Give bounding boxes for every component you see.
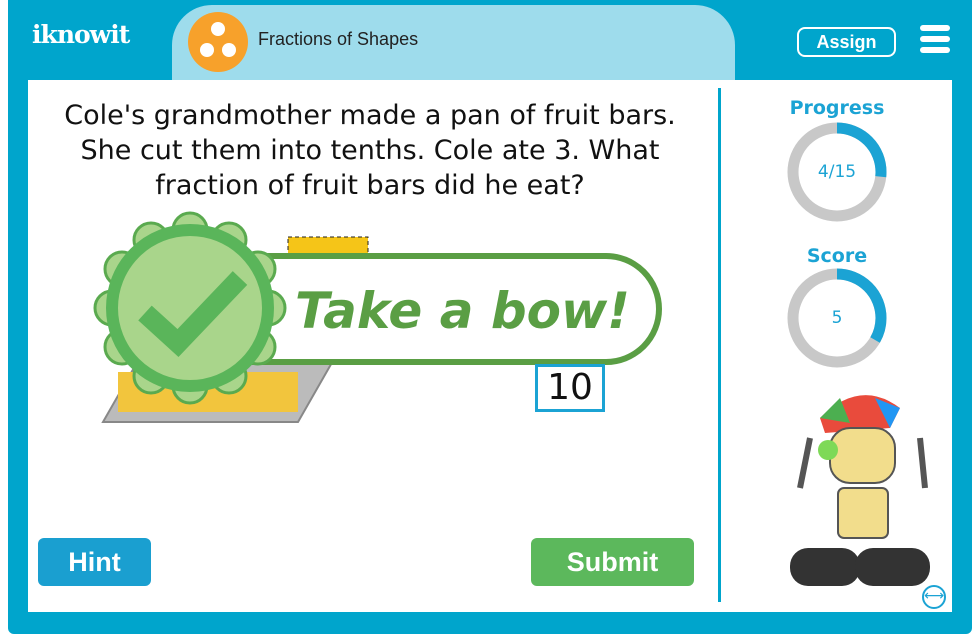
robot-mascot-icon: [790, 395, 930, 586]
divider: [718, 88, 721, 602]
topic-title: Fractions of Shapes: [258, 29, 419, 49]
logo[interactable]: iknowit: [32, 20, 130, 49]
question-text: Cole's grandmother made a pan of fruit b…: [64, 100, 676, 201]
denominator-box[interactable]: 10: [535, 364, 605, 412]
hint-button[interactable]: Hint: [38, 538, 151, 586]
score-label: Score: [806, 245, 868, 267]
assign-button[interactable]: Assign: [797, 27, 896, 57]
topic-tab: [172, 5, 735, 85]
menu-icon[interactable]: [920, 25, 950, 58]
progress-label: Progress: [789, 97, 885, 119]
score-value: 5: [831, 308, 843, 328]
checkmark-badge-icon: [93, 211, 287, 405]
progress-value: 4/15: [817, 162, 857, 182]
fractions-topic-icon: [188, 12, 248, 72]
expand-arrows-icon[interactable]: ⟷: [922, 585, 946, 609]
submit-button[interactable]: Submit: [531, 538, 694, 586]
